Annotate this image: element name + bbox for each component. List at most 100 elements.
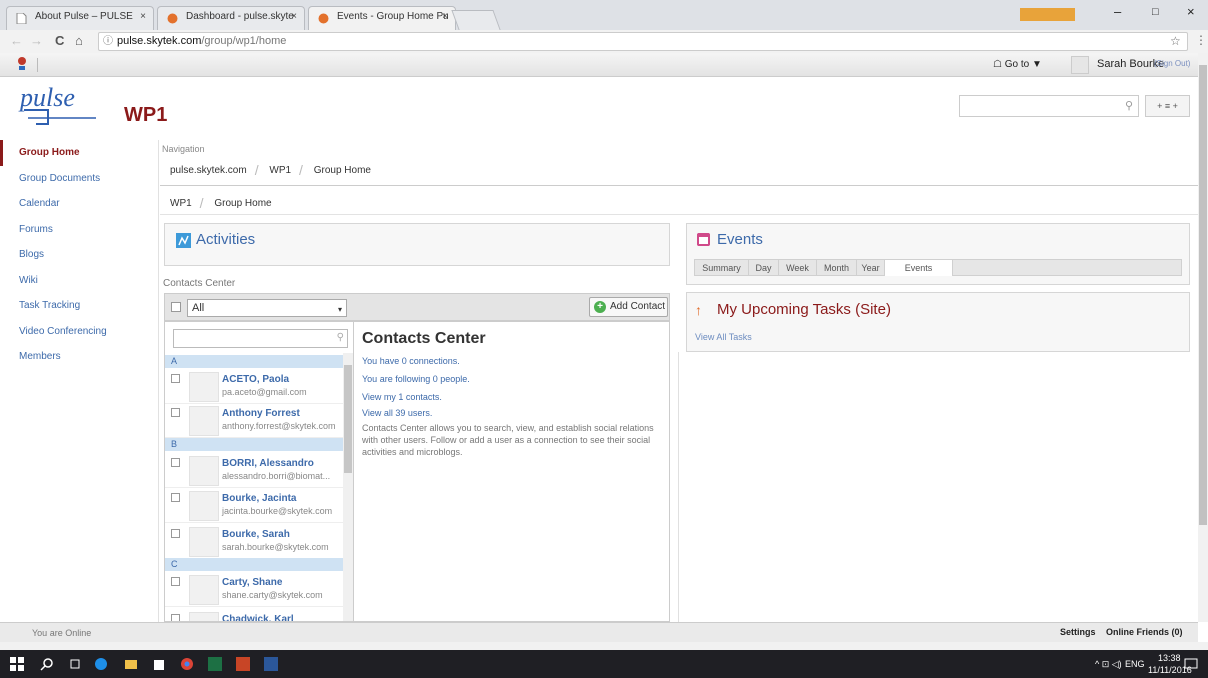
- breadcrumb-item[interactable]: Group Home: [214, 198, 271, 209]
- task-view-icon[interactable]: [68, 657, 82, 671]
- contact-name[interactable]: Bourke, Sarah: [222, 529, 290, 540]
- scrollbar-thumb[interactable]: [344, 365, 352, 473]
- sidebar-item-forums[interactable]: Forums: [0, 217, 160, 243]
- breadcrumb-item[interactable]: WP1: [170, 198, 192, 209]
- edge-browser-icon[interactable]: [94, 657, 108, 671]
- online-status[interactable]: You are Online: [32, 628, 91, 638]
- sidebar-item-group-documents[interactable]: Group Documents: [0, 166, 160, 192]
- sidebar-item-task-tracking[interactable]: Task Tracking: [0, 293, 160, 319]
- following-link[interactable]: You are following 0 people.: [362, 374, 470, 384]
- notification-icon[interactable]: [1184, 657, 1198, 671]
- contacts-scrollbar[interactable]: [343, 353, 353, 621]
- sidebar-item-wiki[interactable]: Wiki: [0, 268, 160, 294]
- browser-tab-events[interactable]: Events - Group Home Pu ×: [308, 6, 456, 30]
- excel-icon[interactable]: [208, 657, 222, 671]
- list-item[interactable]: BORRI, Alessandro alessandro.borri@bioma…: [165, 452, 343, 488]
- view-all-tasks-link[interactable]: View All Tasks: [695, 332, 752, 342]
- add-contact-button[interactable]: + Add Contact: [589, 297, 668, 317]
- store-icon[interactable]: [152, 657, 166, 671]
- scrollbar-thumb[interactable]: [1199, 65, 1207, 525]
- clock-time[interactable]: 13:38: [1158, 653, 1181, 663]
- site-search-input[interactable]: ⚲: [959, 95, 1139, 117]
- contact-name[interactable]: Carty, Shane: [222, 577, 282, 588]
- contact-name[interactable]: Anthony Forrest: [222, 408, 300, 419]
- contact-checkbox[interactable]: [171, 614, 180, 621]
- sidebar-item-members[interactable]: Members: [0, 344, 160, 370]
- select-all-checkbox[interactable]: [171, 302, 181, 312]
- horizontal-scrollbar[interactable]: [0, 642, 1208, 650]
- go-to-menu[interactable]: ☖ Go to ▼: [993, 59, 1042, 70]
- new-tab-button[interactable]: [451, 10, 501, 30]
- contacts-filter-select[interactable]: All ▾: [187, 299, 347, 317]
- back-icon[interactable]: ←: [10, 33, 23, 48]
- contact-checkbox[interactable]: [171, 493, 180, 502]
- view-all-users-link[interactable]: View all 39 users.: [362, 408, 432, 418]
- reload-icon[interactable]: C: [55, 33, 64, 48]
- windows-start-icon[interactable]: [10, 657, 24, 671]
- close-window-icon[interactable]: ×: [1187, 4, 1195, 19]
- avatar[interactable]: [1071, 56, 1089, 74]
- list-item[interactable]: Bourke, Sarah sarah.bourke@skytek.com: [165, 523, 343, 559]
- sidebar-item-calendar[interactable]: Calendar: [0, 191, 160, 217]
- sign-out-link[interactable]: (Sign Out): [1154, 59, 1190, 68]
- contact-name[interactable]: BORRI, Alessandro: [222, 458, 314, 469]
- close-icon[interactable]: ×: [291, 11, 297, 22]
- list-item[interactable]: ACETO, Paola pa.aceto@gmail.com: [165, 368, 343, 404]
- search-options-button[interactable]: + ≡ +: [1145, 95, 1190, 117]
- contact-name[interactable]: ACETO, Paola: [222, 374, 289, 385]
- contact-name[interactable]: Bourke, Jacinta: [222, 493, 296, 504]
- close-icon[interactable]: ×: [442, 11, 448, 22]
- tab-month[interactable]: Month: [817, 260, 857, 276]
- tab-events[interactable]: Events: [885, 260, 953, 276]
- word-icon[interactable]: [264, 657, 278, 671]
- search-icon[interactable]: ⚲: [337, 332, 344, 343]
- breadcrumb-item[interactable]: WP1: [269, 165, 291, 176]
- file-explorer-icon[interactable]: [124, 657, 138, 671]
- list-item[interactable]: Chadwick, Karl: [165, 608, 343, 621]
- contact-checkbox[interactable]: [171, 374, 180, 383]
- browser-tab-about[interactable]: About Pulse – PULSE ×: [6, 6, 154, 30]
- bookmark-star-icon[interactable]: ☆: [1170, 34, 1181, 48]
- chrome-icon[interactable]: [180, 657, 194, 671]
- browser-menu-icon[interactable]: ⋮: [1195, 33, 1207, 47]
- system-tray[interactable]: ^ ⊡ ◁): [1095, 659, 1122, 670]
- page-scrollbar[interactable]: [1198, 53, 1208, 622]
- close-icon[interactable]: ×: [140, 11, 146, 22]
- address-bar[interactable]: ⓘ pulse.skytek.com/group/wp1/home: [98, 32, 1188, 51]
- tab-year[interactable]: Year: [857, 260, 885, 276]
- contacts-search-input[interactable]: ⚲: [173, 329, 348, 348]
- settings-button[interactable]: Settings: [1060, 627, 1096, 637]
- home-icon[interactable]: ⌂: [75, 33, 83, 48]
- breadcrumb-item[interactable]: Group Home: [314, 165, 371, 176]
- pulse-logo[interactable]: pulse: [18, 84, 100, 126]
- contact-checkbox[interactable]: [171, 458, 180, 467]
- online-friends-button[interactable]: Online Friends (0): [1106, 627, 1183, 637]
- forward-icon[interactable]: →: [30, 33, 43, 48]
- info-icon[interactable]: ⓘ: [103, 33, 113, 50]
- view-contacts-link[interactable]: View my 1 contacts.: [362, 392, 442, 402]
- list-item[interactable]: Bourke, Jacinta jacinta.bourke@skytek.co…: [165, 487, 343, 523]
- pulse-mini-logo-icon[interactable]: [14, 56, 30, 72]
- contact-name[interactable]: Chadwick, Karl: [222, 614, 294, 621]
- tab-day[interactable]: Day: [749, 260, 779, 276]
- search-icon[interactable]: [40, 657, 54, 671]
- browser-tab-dashboard[interactable]: Dashboard - pulse.skyte ×: [157, 6, 305, 30]
- maximize-icon[interactable]: □: [1152, 6, 1159, 18]
- language-indicator[interactable]: ENG: [1125, 659, 1145, 669]
- connections-link[interactable]: You have 0 connections.: [362, 356, 460, 366]
- sidebar-item-video-conferencing[interactable]: Video Conferencing: [0, 319, 160, 345]
- contact-checkbox[interactable]: [171, 577, 180, 586]
- profile-badge[interactable]: [1020, 8, 1075, 21]
- tab-summary[interactable]: Summary: [695, 260, 749, 276]
- tab-week[interactable]: Week: [779, 260, 817, 276]
- list-item[interactable]: Anthony Forrest anthony.forrest@skytek.c…: [165, 402, 343, 438]
- contact-checkbox[interactable]: [171, 408, 180, 417]
- minimize-icon[interactable]: –: [1114, 4, 1121, 19]
- search-icon[interactable]: ⚲: [1125, 99, 1133, 112]
- contact-checkbox[interactable]: [171, 529, 180, 538]
- sidebar-item-group-home[interactable]: Group Home: [0, 140, 160, 166]
- list-item[interactable]: Carty, Shane shane.carty@skytek.com: [165, 571, 343, 607]
- breadcrumb-item[interactable]: pulse.skytek.com: [170, 165, 247, 176]
- sidebar-item-blogs[interactable]: Blogs: [0, 242, 160, 268]
- powerpoint-icon[interactable]: [236, 657, 250, 671]
